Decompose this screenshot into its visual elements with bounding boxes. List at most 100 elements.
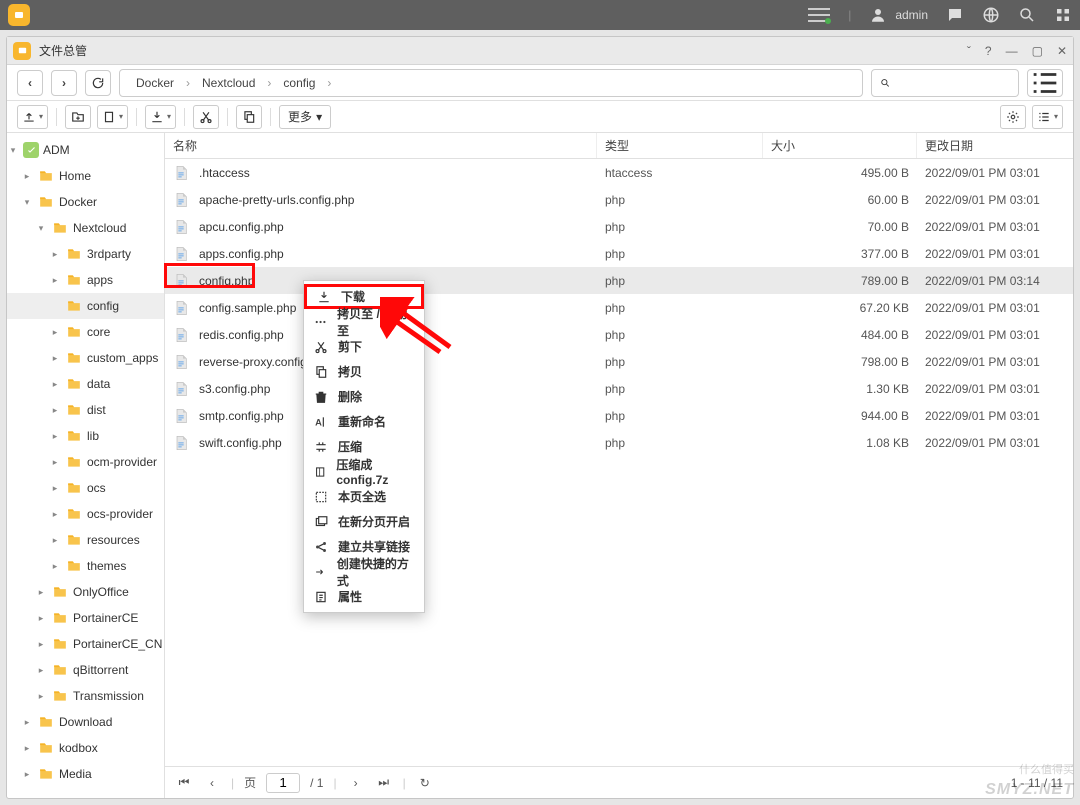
table-row[interactable]: reverse-proxy.config.phphp798.00 B2022/0… bbox=[165, 348, 1073, 375]
search-input[interactable] bbox=[871, 69, 1019, 97]
table-row[interactable]: apps.config.phpphp377.00 B2022/09/01 PM … bbox=[165, 240, 1073, 267]
nav-row: ‹ › Docker›Nextcloud›config› bbox=[7, 65, 1073, 101]
sidebar-item[interactable]: ▸lib bbox=[7, 423, 164, 449]
sidebar-item[interactable]: ▸kodbox bbox=[7, 735, 164, 761]
settings-button[interactable] bbox=[1000, 105, 1026, 129]
user-profile[interactable]: admin bbox=[869, 6, 928, 24]
table-row[interactable]: smtp.config.phpphp944.00 B2022/09/01 PM … bbox=[165, 402, 1073, 429]
cut-button[interactable] bbox=[193, 105, 219, 129]
upload-button[interactable] bbox=[17, 105, 48, 129]
sidebar-item[interactable]: ▸resources bbox=[7, 527, 164, 553]
new-file-button[interactable] bbox=[97, 105, 128, 129]
table-row[interactable]: config.phpphp789.00 B2022/09/01 PM 03:14 bbox=[165, 267, 1073, 294]
compress-icon bbox=[314, 440, 328, 454]
window-icon bbox=[13, 42, 31, 60]
breadcrumb[interactable]: Docker›Nextcloud›config› bbox=[119, 69, 863, 97]
shortcut-icon bbox=[314, 565, 327, 579]
file-icon bbox=[173, 273, 189, 289]
sidebar-item[interactable]: ▸custom_apps bbox=[7, 345, 164, 371]
sidebar-item[interactable]: ▸qBittorrent bbox=[7, 657, 164, 683]
sidebar-item[interactable]: ▸apps bbox=[7, 267, 164, 293]
table-row[interactable]: config.sample.phpphp67.20 KB2022/09/01 P… bbox=[165, 294, 1073, 321]
sidebar-item[interactable]: ▸ocs bbox=[7, 475, 164, 501]
context-menu-item[interactable]: 删除 bbox=[304, 384, 424, 409]
download-icon bbox=[317, 290, 331, 304]
table-header: 名称 类型 大小 更改日期 bbox=[165, 133, 1073, 159]
refresh-button[interactable] bbox=[85, 70, 111, 96]
share-icon bbox=[314, 540, 328, 554]
file-icon bbox=[173, 381, 189, 397]
pager-refresh-button[interactable]: ↻ bbox=[416, 776, 434, 790]
file-icon bbox=[173, 435, 189, 451]
pager-prev-button[interactable]: ‹ bbox=[203, 776, 221, 790]
context-menu-item[interactable]: 拷贝 bbox=[304, 359, 424, 384]
sidebar-item[interactable]: ▸Download bbox=[7, 709, 164, 735]
sidebar-item[interactable]: ▸ocs-provider bbox=[7, 501, 164, 527]
breadcrumb-item[interactable]: Docker bbox=[130, 76, 180, 90]
sidebar-item[interactable]: ▸Home bbox=[7, 163, 164, 189]
window-minimize-icon[interactable]: — bbox=[1006, 44, 1018, 58]
sidebar-item[interactable]: ▸PortainerCE bbox=[7, 605, 164, 631]
globe-icon[interactable] bbox=[982, 6, 1000, 24]
copy-button[interactable] bbox=[236, 105, 262, 129]
column-size[interactable]: 大小 bbox=[763, 133, 917, 158]
table-row[interactable]: swift.config.phpphp1.08 KB2022/09/01 PM … bbox=[165, 429, 1073, 456]
context-menu-item[interactable]: 压缩成config.7z bbox=[304, 459, 424, 484]
sidebar-item[interactable]: ▸data bbox=[7, 371, 164, 397]
breadcrumb-item[interactable]: config bbox=[277, 76, 321, 90]
more-button[interactable]: 更多 ▾ bbox=[279, 105, 331, 129]
sidebar-tree[interactable]: ▾ADM▸Home▾Docker▾Nextcloud▸3rdparty▸apps… bbox=[7, 133, 165, 798]
sidebar-item[interactable]: ▾Docker bbox=[7, 189, 164, 215]
table-row[interactable]: apache-pretty-urls.config.phpphp60.00 B2… bbox=[165, 186, 1073, 213]
sidebar-item[interactable]: ▸Transmission bbox=[7, 683, 164, 709]
column-date[interactable]: 更改日期 bbox=[917, 133, 1073, 158]
forward-button[interactable]: › bbox=[51, 70, 77, 96]
pager-page-input[interactable] bbox=[266, 773, 300, 793]
menu-icon[interactable] bbox=[808, 7, 830, 23]
back-button[interactable]: ‹ bbox=[17, 70, 43, 96]
context-menu-item[interactable]: 在新分页开启 bbox=[304, 509, 424, 534]
launcher-icon[interactable] bbox=[8, 4, 30, 26]
file-icon bbox=[173, 246, 189, 262]
watermark: SMYZ.NET bbox=[985, 781, 1074, 799]
sidebar-root[interactable]: ▾ADM bbox=[7, 137, 164, 163]
window-collapse-icon[interactable]: ˇ bbox=[967, 44, 971, 58]
context-menu[interactable]: 下载拷贝至 / 移动至剪下拷贝删除重新命名压缩压缩成config.7z本页全选在… bbox=[303, 280, 425, 613]
sidebar-item[interactable]: ▾Nextcloud bbox=[7, 215, 164, 241]
sidebar-item[interactable]: ▸PortainerCE_CN bbox=[7, 631, 164, 657]
context-menu-item[interactable]: 拷贝至 / 移动至 bbox=[304, 309, 424, 334]
pager-next-button[interactable]: › bbox=[347, 776, 365, 790]
sidebar-item[interactable]: ▸dist bbox=[7, 397, 164, 423]
view-toggle-button[interactable] bbox=[1027, 69, 1063, 97]
sidebar-item[interactable]: ▸Media bbox=[7, 761, 164, 787]
sidebar-item[interactable]: ▸OnlyOffice bbox=[7, 579, 164, 605]
window-help-icon[interactable]: ? bbox=[985, 44, 992, 58]
info-icon bbox=[314, 590, 328, 604]
chat-icon[interactable] bbox=[946, 6, 964, 24]
selectall-icon bbox=[314, 490, 328, 504]
table-row[interactable]: .htaccesshtaccess495.00 B2022/09/01 PM 0… bbox=[165, 159, 1073, 186]
table-row[interactable]: apcu.config.phpphp70.00 B2022/09/01 PM 0… bbox=[165, 213, 1073, 240]
context-menu-item[interactable]: 创建快捷的方式 bbox=[304, 559, 424, 584]
table-row[interactable]: s3.config.phpphp1.30 KB2022/09/01 PM 03:… bbox=[165, 375, 1073, 402]
rename-icon bbox=[314, 415, 328, 429]
sort-button[interactable] bbox=[1032, 105, 1063, 129]
sidebar-item[interactable]: ▸core bbox=[7, 319, 164, 345]
download-button[interactable] bbox=[145, 105, 176, 129]
sidebar-item[interactable]: ▸ocm-provider bbox=[7, 449, 164, 475]
cut-icon bbox=[314, 340, 328, 354]
context-menu-item[interactable]: 重新命名 bbox=[304, 409, 424, 434]
breadcrumb-item[interactable]: Nextcloud bbox=[196, 76, 261, 90]
context-menu-item[interactable]: 本页全选 bbox=[304, 484, 424, 509]
table-row[interactable]: redis.config.phpphp484.00 B2022/09/01 PM… bbox=[165, 321, 1073, 348]
pager-label: 页 bbox=[244, 774, 256, 791]
column-name[interactable]: 名称 bbox=[165, 133, 597, 158]
sidebar-item[interactable]: ▸themes bbox=[7, 553, 164, 579]
column-type[interactable]: 类型 bbox=[597, 133, 763, 158]
sidebar-item[interactable]: ▸3rdparty bbox=[7, 241, 164, 267]
new-folder-button[interactable] bbox=[65, 105, 91, 129]
file-icon bbox=[173, 327, 189, 343]
pager-last-button[interactable]: ⏭ bbox=[375, 775, 393, 790]
pager-first-button[interactable]: ⏮ bbox=[175, 775, 193, 790]
sidebar-item[interactable]: config bbox=[7, 293, 164, 319]
